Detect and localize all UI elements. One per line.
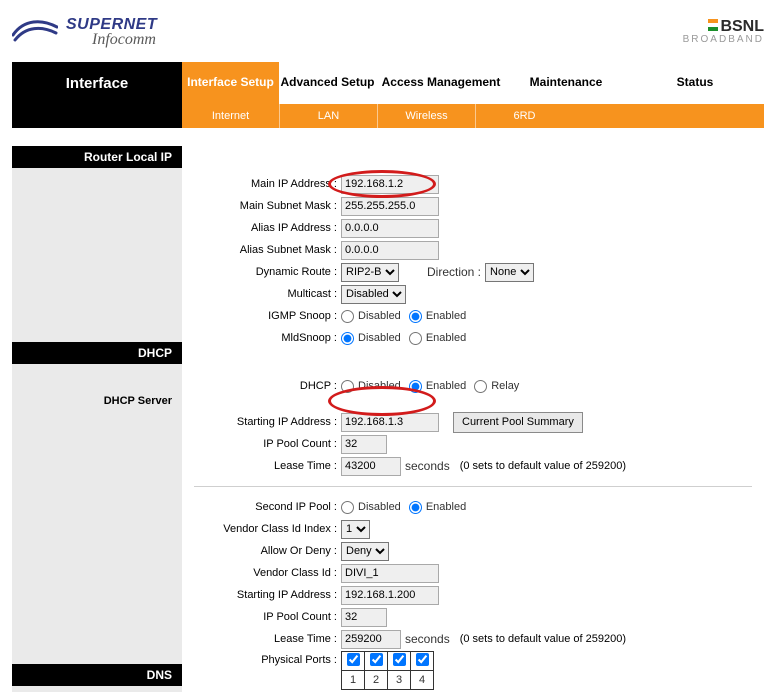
dyn-route-select[interactable]: RIP2-B (341, 263, 399, 282)
label-ports: Physical Ports : (182, 651, 341, 666)
second-pool-enabled-radio[interactable] (409, 501, 422, 514)
label-pool2: IP Pool Count : (182, 611, 341, 623)
dhcp-disabled-radio[interactable] (341, 380, 354, 393)
label-mld: MldSnoop : (182, 332, 341, 344)
pool2-input[interactable] (341, 608, 387, 627)
label-vclass-idx: Vendor Class Id Index : (182, 523, 341, 535)
tab-advanced-setup[interactable]: Advanced Setup (279, 62, 376, 104)
label-second-pool: Second IP Pool : (182, 501, 341, 513)
dhcp-enabled-radio[interactable] (409, 380, 422, 393)
igmp-disabled-radio[interactable] (341, 310, 354, 323)
label-multicast: Multicast : (182, 288, 341, 300)
port-num-1: 1 (342, 671, 365, 690)
top-bar: SUPERNET Infocomm BSNL BROADBAND (12, 10, 764, 54)
vendor-logo: SUPERNET Infocomm (12, 17, 157, 48)
label-seconds: seconds (405, 459, 450, 473)
start-ip2-input[interactable] (341, 586, 439, 605)
vclass-idx-select[interactable]: 1 (341, 520, 370, 539)
divider (194, 486, 752, 487)
label-vclass-id: Vendor Class Id : (182, 567, 341, 579)
port2-checkbox[interactable] (370, 653, 383, 666)
port4-checkbox[interactable] (416, 653, 429, 666)
start-ip-input[interactable] (341, 413, 439, 432)
isp-logo: BSNL BROADBAND (683, 19, 764, 45)
label-alias-mask: Alias Subnet Mask : (182, 244, 341, 256)
label-seconds2: seconds (405, 632, 450, 646)
sub-nav: Internet LAN Wireless 6RD (12, 104, 764, 128)
label-lease: Lease Time : (182, 460, 341, 472)
section-dns: DNS (12, 664, 182, 686)
label-direction: Direction : (427, 265, 481, 279)
page-title: Interface (12, 62, 182, 104)
tab-maintenance[interactable]: Maintenance (506, 62, 626, 104)
label-start-ip2: Starting IP Address : (182, 589, 341, 601)
isp-name: BSNL (720, 18, 764, 35)
igmp-enabled-radio[interactable] (409, 310, 422, 323)
label-igmp: IGMP Snoop : (182, 310, 341, 322)
dhcp-relay-radio[interactable] (474, 380, 487, 393)
alias-mask-input[interactable] (341, 241, 439, 260)
brand-bottom: Infocomm (92, 32, 157, 48)
label-dhcp: DHCP : (182, 380, 341, 392)
port3-checkbox[interactable] (393, 653, 406, 666)
current-pool-button[interactable]: Current Pool Summary (453, 412, 583, 433)
tab-interface-setup[interactable]: Interface Setup (182, 62, 279, 104)
india-flag-icon (708, 19, 718, 31)
port-num-4: 4 (411, 671, 434, 690)
port1-checkbox[interactable] (347, 653, 360, 666)
multicast-select[interactable]: Disabled (341, 285, 406, 304)
second-pool-disabled-radio[interactable] (341, 501, 354, 514)
label-pool: IP Pool Count : (182, 438, 341, 450)
label-main-mask: Main Subnet Mask : (182, 200, 341, 212)
label-lease2: Lease Time : (182, 633, 341, 645)
subtab-wireless[interactable]: Wireless (377, 104, 475, 128)
alias-ip-input[interactable] (341, 219, 439, 238)
swoosh-icon (12, 17, 58, 47)
mld-disabled-radio[interactable] (341, 332, 354, 345)
allow-deny-select[interactable]: Deny (341, 542, 389, 561)
tab-status[interactable]: Status (626, 62, 764, 104)
form-area: Main IP Address : Main Subnet Mask : Ali… (182, 146, 764, 692)
lease2-input[interactable] (341, 630, 401, 649)
vclass-id-input[interactable] (341, 564, 439, 583)
label-dyn-route: Dynamic Route : (182, 266, 341, 278)
subtab-6rd[interactable]: 6RD (475, 104, 573, 128)
label-allow-deny: Allow Or Deny : (182, 545, 341, 557)
section-router-local-ip: Router Local IP (12, 146, 182, 168)
main-mask-input[interactable] (341, 197, 439, 216)
section-dhcp: DHCP (12, 342, 182, 364)
pool-count-input[interactable] (341, 435, 387, 454)
port-num-3: 3 (388, 671, 411, 690)
section-dhcp-server: DHCP Server (12, 390, 182, 412)
direction-select[interactable]: None (485, 263, 534, 282)
physical-ports-table: 1 2 3 4 (341, 651, 434, 690)
tab-access-management[interactable]: Access Management (376, 62, 506, 104)
lease-note: (0 sets to default value of 259200) (460, 460, 626, 472)
subtab-internet[interactable]: Internet (182, 104, 279, 128)
port-num-2: 2 (365, 671, 388, 690)
main-nav: Interface Interface Setup Advanced Setup… (12, 62, 764, 104)
lease-note2: (0 sets to default value of 259200) (460, 633, 626, 645)
label-alias-ip: Alias IP Address : (182, 222, 341, 234)
label-start-ip: Starting IP Address : (182, 416, 341, 428)
label-main-ip: Main IP Address : (182, 178, 341, 190)
main-ip-input[interactable] (341, 175, 439, 194)
isp-sub: BROADBAND (683, 35, 764, 45)
mld-enabled-radio[interactable] (409, 332, 422, 345)
lease-time-input[interactable] (341, 457, 401, 476)
left-column: Router Local IP DHCP DHCP Server DNS (12, 146, 182, 692)
subtab-lan[interactable]: LAN (279, 104, 377, 128)
